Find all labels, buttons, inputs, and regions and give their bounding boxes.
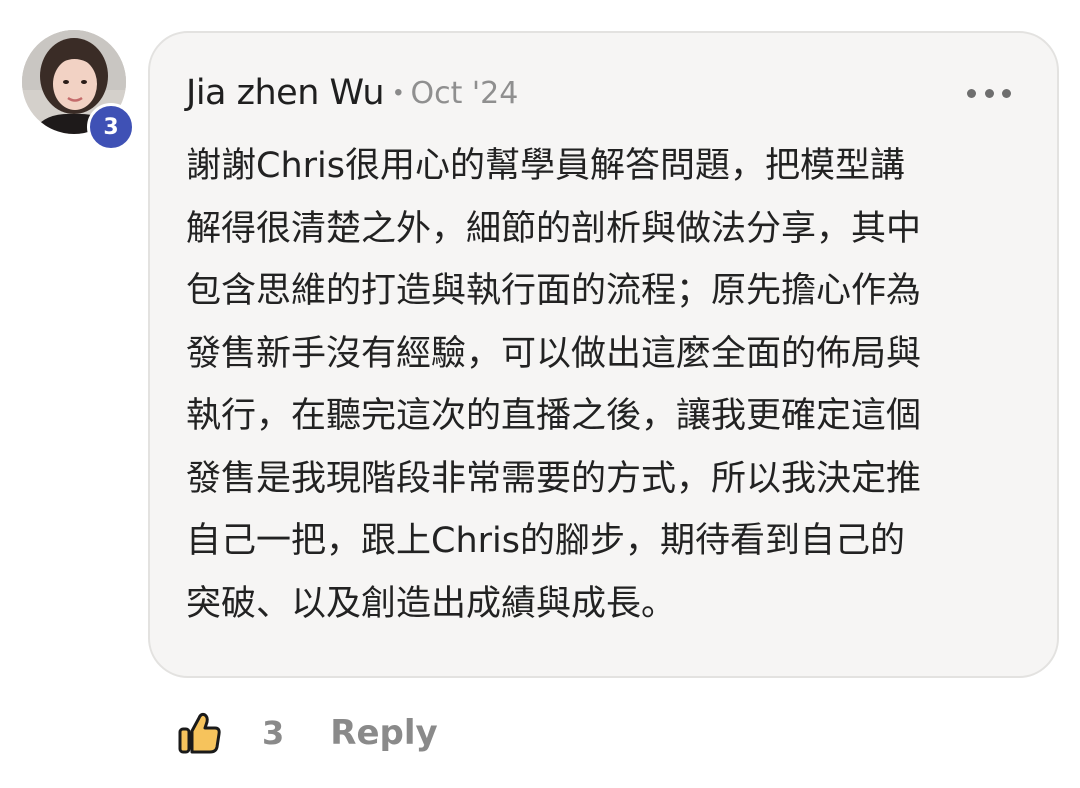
comment-text-line: 包含思維的打造與執行面的流程；原先擔心作為 xyxy=(186,271,922,311)
like-button[interactable] xyxy=(176,709,224,757)
meta-separator: • xyxy=(394,79,403,106)
more-options-button[interactable] xyxy=(967,80,1011,106)
like-count: 3 xyxy=(262,714,285,752)
more-horizontal-icon-dot xyxy=(984,88,994,98)
more-horizontal-icon-dot xyxy=(1002,88,1011,98)
comment-text-line: 發售新手沒有經驗，可以做出這麼全面的佈局與 xyxy=(186,333,922,374)
comment-header: Jia zhen Wu • Oct '24 xyxy=(186,71,518,115)
comment-text-line: 發售是我現階段非常需要的方式，所以我決定推 xyxy=(186,458,922,499)
comment-text: 謝謝Chris很用心的幫學員解答問題，把模型講 解得很清楚之外，細節的剖析與做法… xyxy=(186,135,1036,635)
comment-text-line: 突破、以及創造出成績與成長。 xyxy=(186,583,677,624)
comment-text-line: 自己一把，跟上Chris的腳步，期待看到自己的 xyxy=(186,521,905,561)
comment-text-line: 執行，在聽完這次的直播之後，讓我更確定這個 xyxy=(186,396,922,436)
comment-card: Jia zhen Wu • Oct '24 謝謝Chris很用心的幫學員解答問題… xyxy=(148,31,1059,678)
author-avatar-container[interactable]: 3 xyxy=(22,30,135,151)
level-badge: 3 xyxy=(87,103,135,151)
comment-thread-item: 3 Jia zhen Wu • Oct '24 謝謝Chris很用心的幫學員解答… xyxy=(0,0,1080,788)
reply-button[interactable]: Reply xyxy=(330,713,437,753)
comment-text-line: 解得很清楚之外，細節的剖析與做法分享，其中 xyxy=(186,208,922,249)
post-date[interactable]: Oct '24 xyxy=(410,76,518,111)
more-horizontal-icon xyxy=(967,88,976,98)
thumbs-up-icon xyxy=(178,712,221,754)
author-name[interactable]: Jia zhen Wu xyxy=(186,73,385,113)
comment-text-line: 謝謝Chris很用心的幫學員解答問題，把模型講 xyxy=(186,146,905,186)
comment-actions: 3 Reply xyxy=(176,705,438,761)
